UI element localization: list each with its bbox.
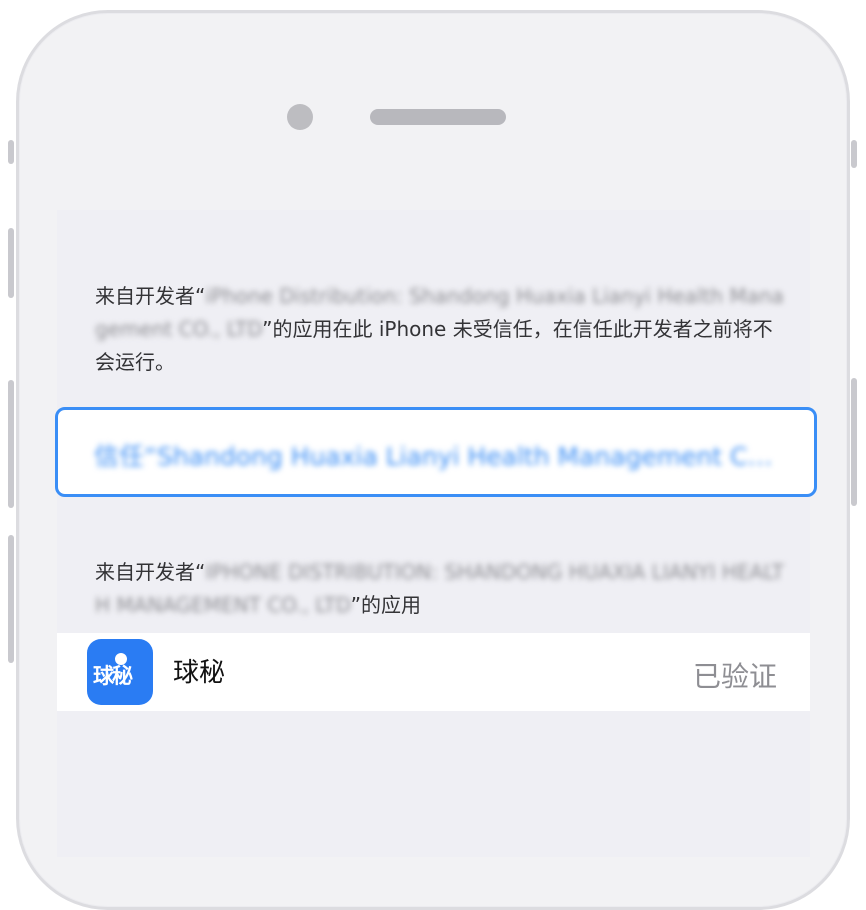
mute-switch [8, 140, 14, 164]
earpiece-speaker [370, 109, 506, 125]
app-icon: 球秘 [87, 639, 153, 705]
volume-button-lower [8, 535, 14, 663]
description-prefix: 来自开发者“ [95, 284, 206, 308]
apps-header-prefix: 来自开发者“ [95, 560, 206, 584]
untrusted-developer-description: 来自开发者“iPhone Distribution: Shandong Huax… [95, 280, 785, 379]
front-camera [287, 104, 313, 130]
trust-settings-screen: 来自开发者“iPhone Distribution: Shandong Huax… [55, 210, 817, 857]
app-name: 球秘 [173, 658, 226, 688]
volume-up-button [8, 228, 14, 298]
side-button [851, 378, 857, 506]
trust-developer-label: 信任“Shandong Huaxia Lianyi Health Managem… [94, 442, 784, 471]
app-icon-label: 球秘 [93, 664, 133, 688]
app-list-item[interactable]: 球秘 球秘 已验证 [57, 633, 810, 711]
volume-down-button [8, 380, 14, 508]
apps-header-suffix: ”的应用 [350, 593, 421, 617]
apps-from-developer-header: 来自开发者“IPHONE DISTRIBUTION: SHANDONG HUAX… [95, 556, 785, 622]
power-button [851, 140, 857, 168]
verification-status: 已验证 [692, 660, 777, 693]
trust-developer-button[interactable]: 信任“Shandong Huaxia Lianyi Health Managem… [55, 407, 817, 497]
